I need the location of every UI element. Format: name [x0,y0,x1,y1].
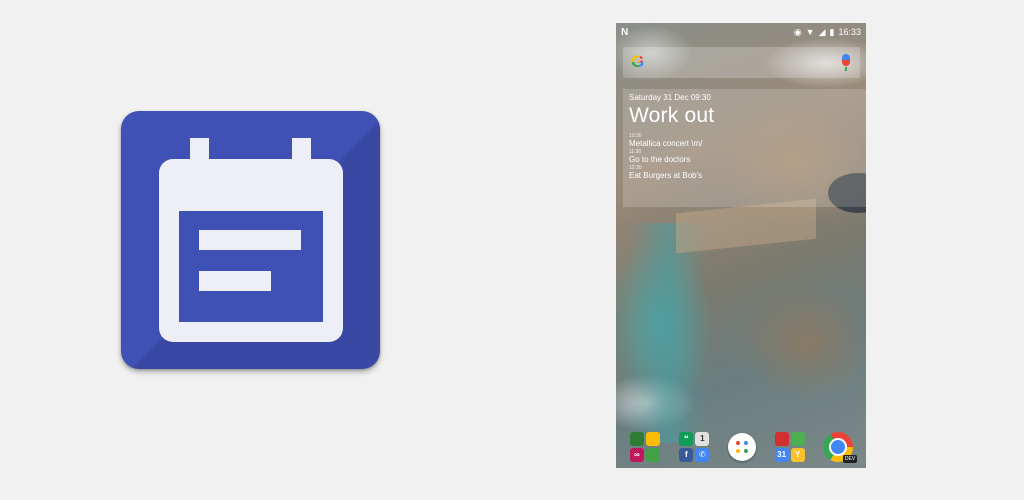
event-name[interactable]: Eat Burgers at Bob's [629,171,702,181]
dock: ∞ ❝ 1 f ✆ 31 Y DEV [616,426,866,468]
event-name[interactable]: Go to the doctors [629,155,702,165]
calendar-ring-right [292,138,311,166]
google-search-bar[interactable]: G [623,47,860,78]
chrome-dev-icon[interactable]: DEV [823,432,858,463]
widget-event-list: 10:30 Metallica concert \m/ 11:30 Go to … [629,133,702,181]
calendar-event-line-1 [199,230,301,250]
folder-app-icon: 31 [774,448,789,462]
status-time: 16:33 [838,27,861,37]
app-folder-2[interactable]: ❝ 1 f ✆ [678,431,710,463]
notification-icon: N [621,26,629,38]
calendar-agenda-widget[interactable]: Saturday 31 Dec 09:30 Work out 10:30 Met… [623,89,866,207]
phone-home-screen: N ◉ ▼ ◢ ▮ 16:33 G Saturday 31 Dec 09:30 … [616,23,866,468]
calendar-widget-app-icon [121,111,380,369]
folder-app-icon: f [679,448,694,462]
folder-app-icon [645,448,660,462]
folder-app-icon: ✆ [695,448,710,462]
folder-app-icon: 1 [695,432,710,446]
widget-next-event-title: Work out [629,104,715,127]
google-logo-icon: G [631,53,649,71]
folder-app-icon: Y [790,448,805,462]
folder-app-icon [790,432,805,446]
status-icons: ◉ ▼ ◢ ▮ 16:33 [794,27,861,37]
battery-icon: ▮ [829,27,835,37]
calendar-event-line-2 [199,271,271,291]
app-folder-1[interactable]: ∞ [629,431,661,463]
screen: N ◉ ▼ ◢ ▮ 16:33 G Saturday 31 Dec 09:30 … [0,0,1024,500]
alarm-icon: ◉ [793,27,802,37]
wifi-icon: ▼ [805,27,815,37]
signal-icon: ◢ [818,27,826,37]
status-bar: N ◉ ▼ ◢ ▮ 16:33 [616,23,866,41]
folder-app-icon: ∞ [629,448,644,462]
folder-app-icon [774,432,789,446]
dev-badge: DEV [842,455,858,463]
mic-icon[interactable] [842,54,850,71]
calendar-ring-left [190,138,209,166]
folder-app-icon [645,432,660,446]
folder-app-icon: ❝ [679,432,694,446]
folder-app-icon [629,432,644,446]
app-drawer-button[interactable] [727,433,756,461]
widget-date: Saturday 31 Dec 09:30 [629,93,711,102]
app-folder-3[interactable]: 31 Y [774,431,806,463]
event-name[interactable]: Metallica concert \m/ [629,139,702,149]
calendar-event-area [179,211,323,322]
wallpaper-river [616,223,756,443]
